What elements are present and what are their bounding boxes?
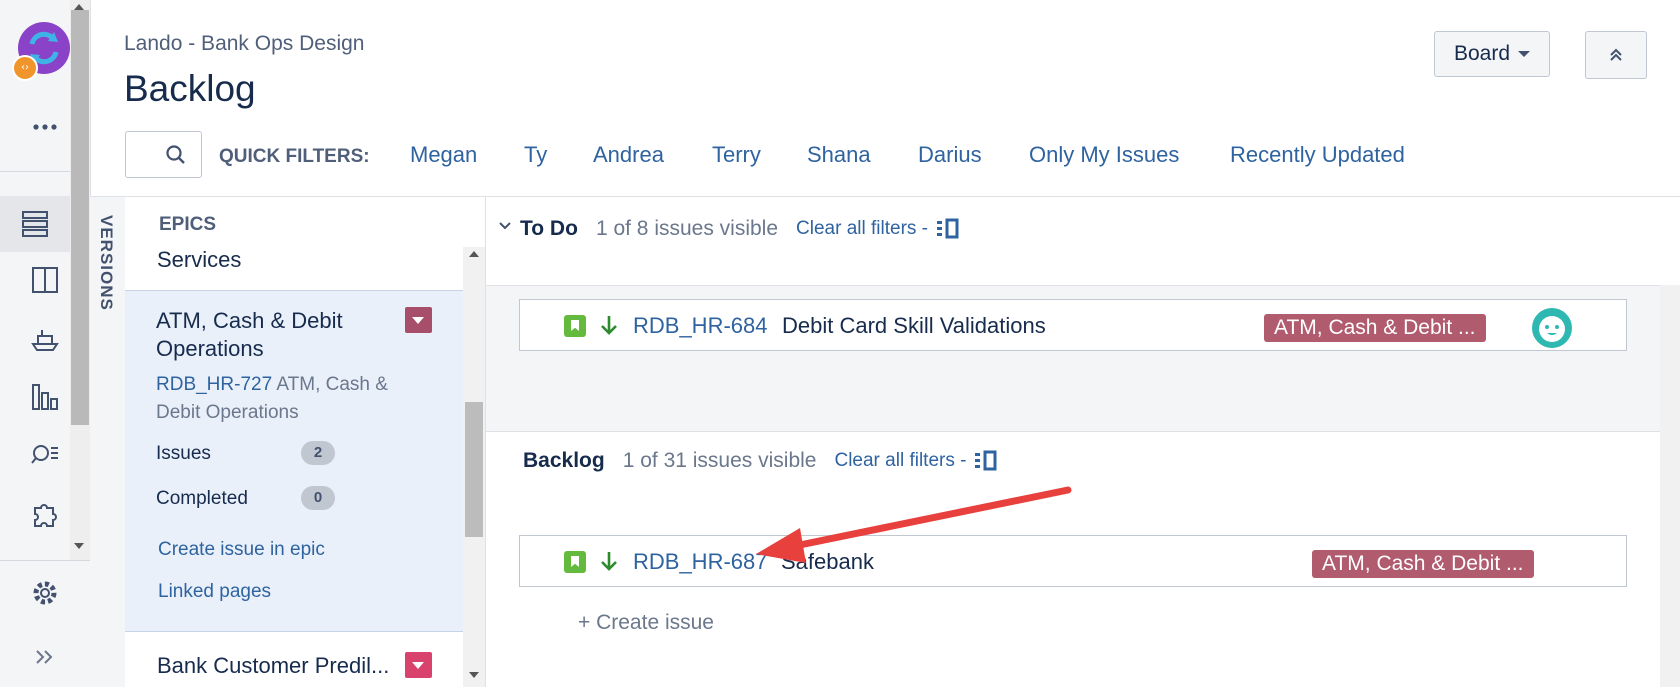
global-nav-rail: ‹› <box>0 0 91 687</box>
quick-filter-shana[interactable]: Shana <box>807 142 871 168</box>
quick-filter-only-my-issues[interactable]: Only My Issues <box>1029 142 1179 168</box>
rail-scrollbar-thumb[interactable] <box>71 10 89 425</box>
epics-scrollbar[interactable] <box>463 247 485 687</box>
chevron-down-icon[interactable] <box>498 219 512 233</box>
scroll-down-arrow-icon[interactable] <box>469 672 479 678</box>
backlog-clear-filters-link[interactable]: Clear all filters - <box>834 450 966 472</box>
versions-panel-tab[interactable]: VERSIONS <box>90 197 126 687</box>
assignee-avatar[interactable] <box>1532 308 1572 348</box>
caret-down-icon <box>1518 51 1531 57</box>
epic-dropdown-icon[interactable] <box>405 307 432 333</box>
releases-ship-icon[interactable] <box>22 315 68 361</box>
board-button-label: Board <box>1453 42 1511 65</box>
issue-row[interactable]: RDB_HR-687 Safebank ATM, Cash & Debit ..… <box>519 535 1627 587</box>
filter-toggle-icon[interactable] <box>936 218 962 240</box>
epic-name: ATM, Cash & Debit Operations <box>156 308 343 361</box>
epics-heading: EPICS <box>159 214 217 235</box>
backlog-nav-icon[interactable] <box>0 196 70 252</box>
epic-item-selected[interactable]: ATM, Cash & Debit Operations RDB_HR-727 … <box>125 290 463 632</box>
issue-row[interactable]: RDB_HR-684 Debit Card Skill Validations … <box>519 299 1627 351</box>
chevron-double-up-icon <box>1610 48 1622 61</box>
backlog-header: Backlog 1 of 31 issues visible Clear all… <box>523 449 1000 473</box>
quick-filter-terry[interactable]: Terry <box>712 142 761 168</box>
create-issue-button[interactable]: + Create issue <box>578 611 714 635</box>
epic-issues-count-badge: 2 <box>301 441 335 465</box>
scroll-up-arrow-icon[interactable] <box>74 4 84 10</box>
collapse-header-button[interactable] <box>1585 31 1647 79</box>
backlog-scrollbar[interactable] <box>1660 285 1680 687</box>
project-name-breadcrumb[interactable]: Lando - Bank Ops Design <box>124 32 364 56</box>
scroll-down-arrow-icon[interactable] <box>74 543 84 549</box>
epic-item-bank-customer[interactable]: Bank Customer Predil... <box>157 652 397 680</box>
epic-completed-count-badge: 0 <box>301 486 335 510</box>
board-dropdown-button[interactable]: Board <box>1434 31 1550 77</box>
issue-key-link[interactable]: RDB_HR-684 <box>633 313 768 339</box>
search-input[interactable] <box>125 131 202 178</box>
board-nav-icon[interactable] <box>22 257 68 303</box>
epics-scrollbar-thumb[interactable] <box>465 402 483 537</box>
filter-toggle-icon[interactable] <box>974 450 1000 472</box>
issue-summary: Safebank <box>781 549 874 574</box>
quick-filter-ty[interactable]: Ty <box>524 142 547 168</box>
epic-label-badge[interactable]: ATM, Cash & Debit ... <box>1312 550 1534 578</box>
epics-panel: EPICS Services ATM, Cash & Debit Operati… <box>125 197 486 687</box>
backlog-title[interactable]: Backlog <box>523 449 605 473</box>
app-logo-icon[interactable]: ‹› <box>12 22 70 81</box>
backlog-issue-count: 1 of 31 issues visible <box>622 449 817 472</box>
issues-search-icon[interactable] <box>22 432 68 478</box>
more-icon[interactable] <box>22 104 68 150</box>
epic-item-services[interactable]: Services <box>157 247 241 273</box>
quick-filters-label: QUICK FILTERS: <box>219 146 370 167</box>
todo-title[interactable]: To Do <box>520 217 578 241</box>
quick-filter-darius[interactable]: Darius <box>918 142 982 168</box>
todo-sprint-header: To Do 1 of 8 issues visible Clear all fi… <box>520 217 962 241</box>
epic-dropdown-icon[interactable] <box>405 652 432 678</box>
scroll-up-arrow-icon[interactable] <box>469 251 479 257</box>
epic-issues-label: Issues <box>156 443 211 464</box>
versions-tab-label: VERSIONS <box>97 215 116 311</box>
epic-key-summary: RDB_HR-727 ATM, Cash & Debit Operations <box>156 371 426 427</box>
add-ons-puzzle-icon[interactable] <box>22 491 68 537</box>
search-icon <box>166 145 185 164</box>
priority-low-arrow-icon <box>601 316 617 335</box>
story-type-icon <box>564 551 586 573</box>
priority-low-arrow-icon <box>601 552 617 571</box>
todo-issue-count: 1 of 8 issues visible <box>595 217 779 240</box>
story-type-icon <box>564 315 586 337</box>
epic-label-badge[interactable]: ATM, Cash & Debit ... <box>1264 314 1486 342</box>
issue-summary: Debit Card Skill Validations <box>782 313 1046 338</box>
backlog-content: To Do 1 of 8 issues visible Clear all fi… <box>486 197 1680 687</box>
rail-divider <box>0 560 90 561</box>
quick-filter-megan[interactable]: Megan <box>410 142 477 168</box>
epic-key-link[interactable]: RDB_HR-727 <box>156 374 272 395</box>
quick-filter-andrea[interactable]: Andrea <box>593 142 664 168</box>
issue-key-link[interactable]: RDB_HR-687 <box>633 549 768 575</box>
code-badge-icon: ‹› <box>12 55 38 81</box>
quick-filter-recently-updated[interactable]: Recently Updated <box>1230 142 1405 168</box>
linked-pages-link[interactable]: Linked pages <box>158 581 271 603</box>
expand-sidebar-icon[interactable] <box>22 634 68 680</box>
page-title: Backlog <box>124 68 256 109</box>
todo-issue-list: RDB_HR-684 Debit Card Skill Validations … <box>486 285 1660 432</box>
todo-clear-filters-link[interactable]: Clear all filters - <box>796 218 928 240</box>
settings-gear-icon[interactable] <box>22 570 68 616</box>
epic-completed-label: Completed <box>156 488 248 509</box>
reports-chart-icon[interactable] <box>22 374 68 420</box>
create-issue-in-epic-link[interactable]: Create issue in epic <box>158 539 325 561</box>
